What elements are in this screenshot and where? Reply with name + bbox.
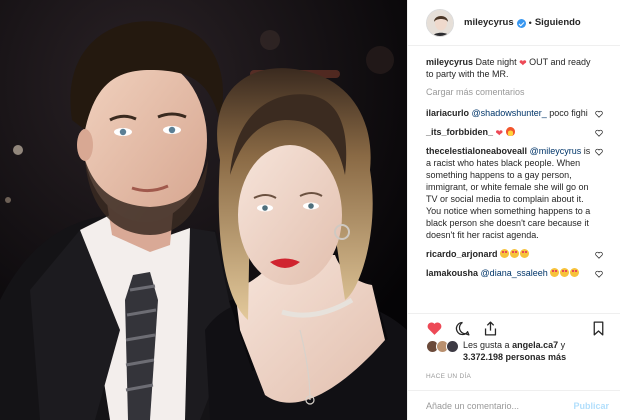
- load-more-comments-link[interactable]: Cargar más comentarios: [426, 87, 603, 97]
- likes-connector: y: [560, 340, 566, 350]
- heart-eyes-emoji-icon: [550, 268, 560, 277]
- comment-input[interactable]: [426, 400, 574, 411]
- author-username[interactable]: mileycyrus: [464, 17, 514, 28]
- comment-username[interactable]: thecelestialoneaboveall: [426, 146, 527, 156]
- liker-avatars[interactable]: [426, 340, 460, 354]
- comment-row: thecelestialoneaboveall @mileycyrus is a…: [426, 145, 603, 241]
- comment-text: poco fighi: [549, 108, 588, 118]
- comment-like-heart-icon[interactable]: [595, 129, 603, 137]
- bookmark-icon[interactable]: [590, 320, 607, 337]
- post-header: mileycyrus • Siguiendo: [408, 0, 620, 46]
- comments-list[interactable]: mileycyrus Date night ❤ OUT and ready to…: [408, 56, 620, 310]
- heart-eyes-emoji-icon: [560, 268, 570, 277]
- comment-row: lamakousha @diana_ssaleeh: [426, 267, 603, 279]
- comment-username[interactable]: lamakousha: [426, 268, 478, 278]
- comment-username[interactable]: ilariacurlo: [426, 108, 469, 118]
- header-separator: •: [528, 17, 532, 28]
- comment-like-heart-icon[interactable]: [595, 110, 603, 118]
- heart-eyes-emoji-icon: [510, 249, 520, 258]
- add-comment-box: Publicar: [408, 390, 620, 420]
- share-icon[interactable]: [482, 320, 499, 337]
- verified-badge-icon: [516, 19, 526, 28]
- comment-username[interactable]: _its_forbbiden_: [426, 127, 493, 137]
- caption-username[interactable]: mileycyrus: [426, 57, 473, 67]
- comment-mention[interactable]: @mileycyrus: [530, 146, 582, 156]
- fire-emoji-icon: [505, 127, 515, 136]
- likes-summary: Les gusta a angela.ca7 y 3.372.198 perso…: [426, 339, 616, 369]
- liker-avatar: [446, 340, 459, 353]
- post-timestamp[interactable]: HACE UN DÍA: [426, 373, 471, 380]
- comment-username[interactable]: ricardo_arjonard: [426, 249, 498, 259]
- caption-text-start: Date night: [475, 57, 517, 67]
- couple-photo-illustration: [0, 0, 407, 420]
- liker-username[interactable]: angela.ca7: [512, 340, 558, 350]
- comment-text: is a racist who hates black people. When…: [426, 146, 591, 240]
- publish-button[interactable]: Publicar: [573, 401, 609, 411]
- heart-eyes-emoji-icon: [500, 249, 510, 258]
- avatar-image: [427, 9, 453, 36]
- comment-row: _its_forbbiden_ ❤: [426, 126, 603, 138]
- following-button[interactable]: Siguiendo: [535, 17, 581, 28]
- comment-like-heart-icon[interactable]: [595, 148, 603, 156]
- comment-row: ricardo_arjonard: [426, 248, 603, 260]
- comment-like-heart-icon[interactable]: [595, 251, 603, 259]
- comment-icon[interactable]: [454, 320, 471, 337]
- caption: mileycyrus Date night ❤ OUT and ready to…: [426, 56, 603, 80]
- post-actions-bar: [408, 313, 620, 339]
- post-side-panel: mileycyrus • Siguiendo mileycyrus Date n…: [407, 0, 620, 420]
- heart-emoji-icon: ❤: [519, 58, 527, 68]
- heart-emoji-icon: ❤: [495, 128, 504, 138]
- like-heart-icon[interactable]: [426, 320, 443, 337]
- heart-eyes-emoji-icon: [570, 268, 580, 277]
- heart-eyes-emoji-icon: [520, 249, 530, 258]
- comment-row: ilariacurlo @shadowshunter_ poco fighi: [426, 107, 603, 119]
- post-photo[interactable]: [0, 0, 407, 420]
- comment-mention[interactable]: @diana_ssaleeh: [481, 268, 548, 278]
- instagram-post: mileycyrus • Siguiendo mileycyrus Date n…: [0, 0, 620, 420]
- likes-count[interactable]: 3.372.198 personas más: [463, 352, 566, 362]
- comment-like-heart-icon[interactable]: [595, 270, 603, 278]
- likes-text: Les gusta a angela.ca7 y 3.372.198 perso…: [463, 339, 566, 363]
- likes-prefix: Les gusta a: [463, 340, 510, 350]
- author-avatar[interactable]: [426, 8, 454, 37]
- comment-mention[interactable]: @shadowshunter_: [472, 108, 547, 118]
